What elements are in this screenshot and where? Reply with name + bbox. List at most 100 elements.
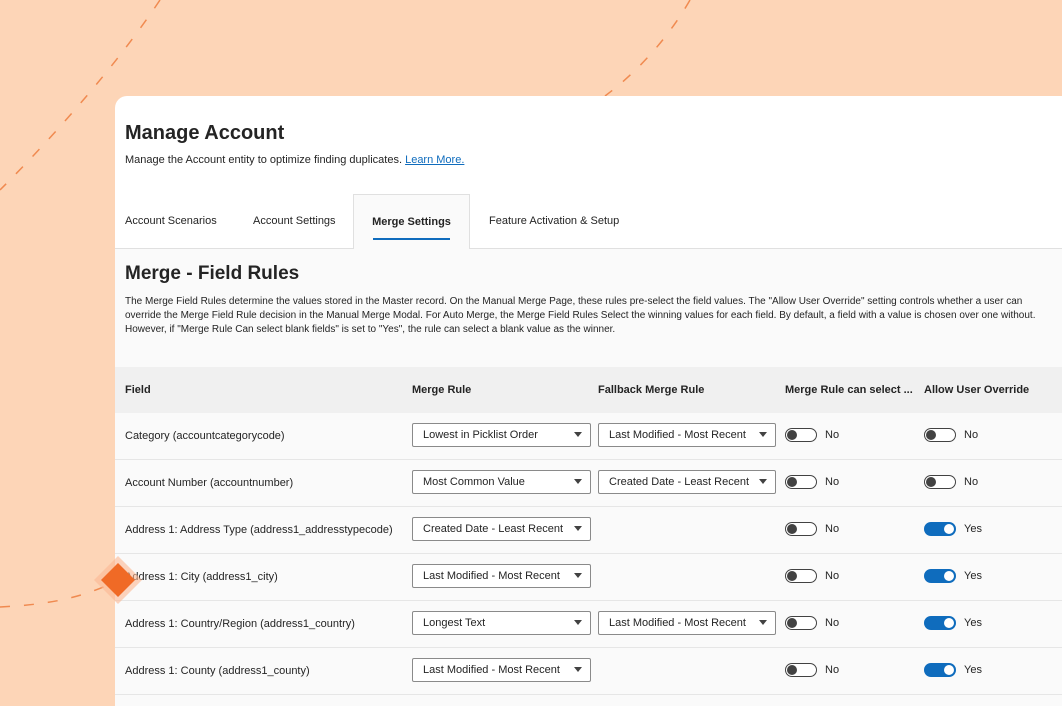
field-name: Category (accountcategorycode) (125, 430, 285, 442)
fallback-merge-rule-value: Last Modified - Most Recent (609, 617, 746, 629)
merge-rule-dropdown[interactable]: Last Modified - Most Recent (412, 564, 591, 588)
field-name: Address 1: Country/Region (address1_coun… (125, 618, 355, 630)
blank-fields-toggle[interactable]: No (785, 663, 839, 677)
merge-rule-value: Last Modified - Most Recent (423, 664, 560, 676)
tab-bar: Account Scenarios Account Settings Merge… (115, 194, 1062, 249)
tab-account-scenarios[interactable]: Account Scenarios (125, 194, 217, 248)
user-override-toggle[interactable]: Yes (924, 616, 982, 630)
user-override-toggle[interactable]: Yes (924, 663, 982, 677)
table-row: Address 1: Country/Region (address1_coun… (115, 601, 1062, 648)
active-tab-indicator (373, 238, 450, 240)
toggle-track (924, 522, 956, 536)
user-override-toggle[interactable]: No (924, 428, 978, 442)
column-header-merge-rule: Merge Rule (412, 384, 472, 396)
merge-rule-value: Most Common Value (423, 476, 525, 488)
section-description: The Merge Field Rules determine the valu… (125, 296, 1036, 335)
chevron-down-icon (574, 573, 582, 578)
toggle-track (924, 428, 956, 442)
blank-fields-toggle-label: No (825, 664, 840, 676)
user-override-toggle[interactable]: No (924, 475, 978, 489)
blank-fields-toggle[interactable]: No (785, 522, 839, 536)
table-body: Category (accountcategorycode) Lowest in… (115, 413, 1062, 695)
section-title: Merge - Field Rules (125, 263, 300, 284)
chevron-down-icon (574, 432, 582, 437)
toggle-track (924, 616, 956, 630)
fallback-merge-rule-dropdown[interactable]: Created Date - Least Recent (598, 470, 776, 494)
tab-account-settings[interactable]: Account Settings (253, 194, 336, 248)
user-override-toggle-label: Yes (964, 664, 982, 676)
fallback-merge-rule-dropdown[interactable]: Last Modified - Most Recent (598, 611, 776, 635)
fallback-merge-rule-value: Created Date - Least Recent (609, 476, 750, 488)
toggle-knob (787, 430, 797, 440)
toggle-knob (787, 524, 797, 534)
blank-fields-toggle-label: No (825, 476, 840, 488)
user-override-toggle-label: No (964, 476, 979, 488)
fallback-merge-rule-value: Last Modified - Most Recent (609, 429, 746, 441)
field-name: Account Number (accountnumber) (125, 477, 294, 489)
blank-fields-toggle[interactable]: No (785, 569, 839, 583)
tab-merge-settings-label: Merge Settings (372, 216, 451, 228)
merge-rule-dropdown[interactable]: Longest Text (412, 611, 591, 635)
blank-fields-toggle[interactable]: No (785, 475, 839, 489)
merge-rule-dropdown[interactable]: Created Date - Least Recent (412, 517, 591, 541)
toggle-track (785, 569, 817, 583)
merge-settings-content: Merge - Field Rules The Merge Field Rule… (115, 249, 1062, 706)
table-row: Category (accountcategorycode) Lowest in… (115, 413, 1062, 460)
merge-rule-value: Created Date - Least Recent (423, 523, 564, 535)
column-header-allow-user-override: Allow User Override (924, 384, 1030, 396)
toggle-track (785, 475, 817, 489)
toggle-track (785, 428, 817, 442)
toggle-knob (926, 477, 936, 487)
learn-more-link[interactable]: Learn More. (405, 154, 464, 166)
toggle-knob (787, 618, 797, 628)
field-name: Address 1: County (address1_county) (125, 665, 310, 677)
page-subtitle: Manage the Account entity to optimize fi… (125, 154, 1052, 166)
diamond-marker-icon (94, 556, 142, 604)
blank-fields-toggle-label: No (825, 523, 840, 535)
chevron-down-icon (574, 667, 582, 672)
chevron-down-icon (759, 479, 767, 484)
toggle-track (785, 663, 817, 677)
chevron-down-icon (759, 620, 767, 625)
manage-account-panel: Manage Account Manage the Account entity… (115, 96, 1062, 706)
toggle-knob (787, 571, 797, 581)
toggle-track (924, 663, 956, 677)
merge-rule-dropdown[interactable]: Lowest in Picklist Order (412, 423, 591, 447)
user-override-toggle[interactable]: Yes (924, 569, 982, 583)
field-rules-table: Field Merge Rule Fallback Merge Rule Mer… (115, 367, 1062, 695)
column-header-fallback-merge-rule: Fallback Merge Rule (598, 384, 705, 396)
user-override-toggle[interactable]: Yes (924, 522, 982, 536)
toggle-knob (926, 430, 936, 440)
chevron-down-icon (574, 620, 582, 625)
user-override-toggle-label: Yes (964, 617, 982, 629)
table-row: Address 1: County (address1_county) Last… (115, 648, 1062, 695)
blank-fields-toggle[interactable]: No (785, 616, 839, 630)
table-header: Field Merge Rule Fallback Merge Rule Mer… (115, 367, 1062, 413)
merge-rule-dropdown[interactable]: Most Common Value (412, 470, 591, 494)
merge-rule-value: Longest Text (423, 617, 486, 629)
table-row: Address 1: City (address1_city) Last Mod… (115, 554, 1062, 601)
subtitle-text: Manage the Account entity to optimize fi… (125, 154, 403, 166)
chevron-down-icon (574, 479, 582, 484)
page-title: Manage Account (125, 122, 285, 144)
toggle-knob (787, 665, 797, 675)
toggle-knob (944, 618, 954, 628)
toggle-track (785, 522, 817, 536)
merge-rule-dropdown[interactable]: Last Modified - Most Recent (412, 658, 591, 682)
blank-fields-toggle-label: No (825, 429, 840, 441)
table-row: Account Number (accountnumber) Most Comm… (115, 460, 1062, 507)
merge-rule-value: Last Modified - Most Recent (423, 570, 560, 582)
tab-merge-settings[interactable]: Merge Settings (353, 194, 470, 249)
column-header-field: Field (125, 384, 151, 396)
user-override-toggle-label: No (964, 429, 979, 441)
fallback-merge-rule-dropdown[interactable]: Last Modified - Most Recent (598, 423, 776, 447)
chevron-down-icon (574, 526, 582, 531)
toggle-track (924, 475, 956, 489)
chevron-down-icon (759, 432, 767, 437)
field-name: Address 1: Address Type (address1_addres… (125, 524, 393, 536)
blank-fields-toggle-label: No (825, 570, 840, 582)
blank-fields-toggle[interactable]: No (785, 428, 839, 442)
tab-feature-activation[interactable]: Feature Activation & Setup (489, 194, 619, 248)
toggle-knob (944, 524, 954, 534)
toggle-knob (787, 477, 797, 487)
